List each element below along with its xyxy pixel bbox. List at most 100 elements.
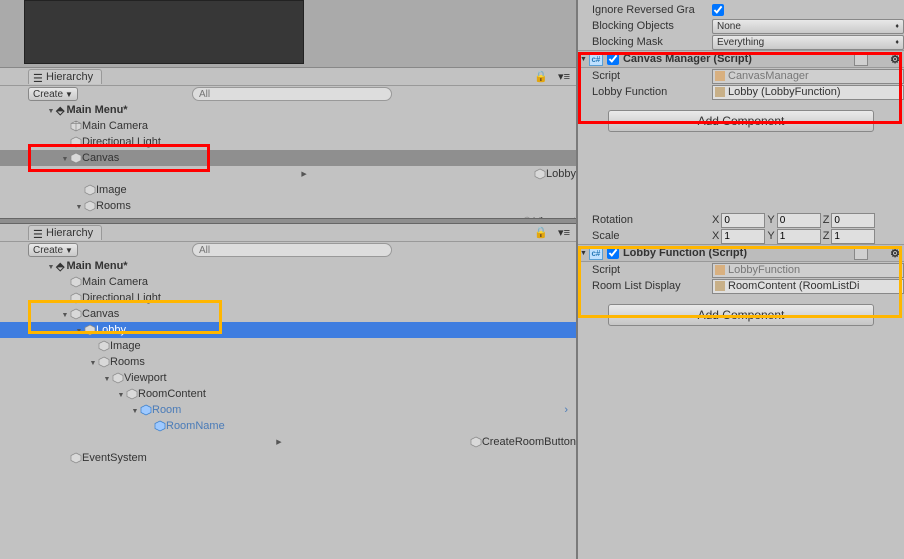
gameobject-icon [70,276,82,288]
gear-icon[interactable]: ⚙ [890,53,900,66]
tree-item-directional-light[interactable]: Directional Light [0,134,576,150]
foldout-arrow-icon[interactable] [102,373,112,383]
tree-item-main-camera[interactable]: Main Camera [0,274,576,290]
hierarchy-panel-header[interactable]: ☰ Hierarchy 🔒 ▾≡ [0,68,576,86]
tree-item-rooms[interactable]: Rooms [0,198,576,214]
tree-item-lobby[interactable]: Lobby [0,166,576,182]
rotation-z-input[interactable] [831,213,875,228]
tree-item-image[interactable]: Image [0,338,576,354]
scene-root[interactable]: ⬘ Main Menu* [0,258,576,274]
tree-item-roomcontent[interactable]: RoomContent [0,386,576,402]
prop-script: Script CanvasManager [578,68,904,84]
tree-item-canvas[interactable]: Canvas [0,306,576,322]
y-label: Y [767,230,774,242]
tree-item-rooms[interactable]: Rooms [0,354,576,370]
tree-item-canvas[interactable]: Canvas [0,150,576,166]
tree-item-lobby[interactable]: Lobby [0,322,576,338]
scale-z-input[interactable] [831,229,875,244]
add-component-button[interactable]: Add Component [608,110,874,132]
prop-rotation: Rotation X Y Z [578,212,904,228]
tree-item-room[interactable]: Room› [0,402,576,418]
prop-blocking-objects: Blocking Objects None♦ [578,18,904,34]
hierarchy-tab[interactable]: ☰ Hierarchy [28,225,102,240]
search-input[interactable] [192,243,392,257]
canvas-manager-component-header[interactable]: ▼ c# Canvas Manager (Script) ⚙ [578,50,904,68]
gameobject-icon [84,324,96,336]
foldout-arrow-icon[interactable]: ▼ [580,250,587,257]
scene-root[interactable]: ⬘ Main Menu* [0,102,576,118]
gameobject-icon [70,136,82,148]
rotation-z: Z [823,213,876,228]
component-title: Canvas Manager (Script) [623,53,752,65]
lock-icon[interactable]: 🔒 [534,70,548,83]
tree-item-viewport[interactable]: Viewport [0,214,576,218]
prop-label: Scale [592,230,712,242]
create-button[interactable]: Create ▼ [28,243,78,257]
foldout-arrow-icon[interactable]: ▼ [580,56,587,63]
preset-icon[interactable] [870,52,884,66]
lock-icon[interactable]: 🔒 [534,226,548,239]
prop-label: Ignore Reversed Gra [592,4,712,16]
search-input[interactable] [192,87,392,101]
tree-item-createroombutton[interactable]: CreateRoomButton [0,434,576,450]
foldout-arrow-icon[interactable] [74,201,84,211]
foldout-arrow-icon[interactable] [46,105,56,115]
gameobject-icon [70,308,82,320]
hierarchy-panel-header-2[interactable]: ☰ Hierarchy 🔒 ▾≡ [0,224,576,242]
foldout-arrow-icon[interactable] [60,309,70,319]
lobby-function-component-header[interactable]: ▼ c# Lobby Function (Script) ⚙ [578,244,904,262]
component-enabled-checkbox[interactable] [607,247,619,259]
tree-item-label: Viewport [533,216,576,218]
lobby-function-value: Lobby (LobbyFunction) [728,86,841,98]
prop-label: Script [592,264,712,276]
prefab-open-icon[interactable]: › [564,404,568,416]
tree-item-label: Image [96,184,127,196]
create-button[interactable]: Create ▼ [28,87,78,101]
script-ref-icon [715,71,725,81]
add-component-button[interactable]: Add Component [608,304,874,326]
scale-y-input[interactable] [777,229,821,244]
tree-item-viewport[interactable]: Viewport [0,370,576,386]
lobby-function-field[interactable]: Lobby (LobbyFunction) [712,85,904,100]
rotation-y-input[interactable] [777,213,821,228]
help-icon[interactable] [854,246,868,260]
tree-item-label: Canvas [82,152,119,164]
hierarchy-icon: ☰ [33,228,43,238]
tree-item-label: Canvas [82,308,119,320]
ignore-reversed-checkbox[interactable] [712,4,724,16]
gameobject-icon [70,452,82,464]
gameobject-icon [98,340,110,352]
panel-menu-icon[interactable]: ▾≡ [558,226,570,239]
rotation-x-input[interactable] [721,213,765,228]
foldout-arrow-icon[interactable] [74,325,84,335]
foldout-arrow-icon[interactable] [46,261,56,271]
foldout-arrow-icon[interactable] [60,153,70,163]
inspector-bottom: Rotation X Y Z Scale X Y Z ▼ c# Lo [578,212,904,336]
tree-item-label: Main Camera [82,276,148,288]
tree-item-directional-light[interactable]: Directional Light [0,290,576,306]
room-list-display-field[interactable]: RoomContent (RoomListDi [712,279,904,294]
scale-x-input[interactable] [721,229,765,244]
preset-icon[interactable] [870,246,884,260]
tree-item-eventsystem[interactable]: EventSystem [0,450,576,466]
hierarchy-tab-label: Hierarchy [46,71,93,83]
foldout-arrow-icon[interactable] [88,357,98,367]
tree-item-main-camera[interactable]: Main Camera [0,118,576,134]
gear-icon[interactable]: ⚙ [890,247,900,260]
hierarchy-tab[interactable]: ☰ Hierarchy [28,69,102,84]
prop-label: Blocking Objects [592,20,712,32]
object-ref-icon [715,281,725,291]
prop-scale: Scale X Y Z [578,228,904,244]
help-icon[interactable] [854,52,868,66]
panel-menu-icon[interactable]: ▾≡ [558,70,570,83]
foldout-arrow-icon[interactable] [74,170,534,178]
tree-item-roomname[interactable]: RoomName [0,418,576,434]
blocking-mask-dropdown[interactable]: Everything♦ [712,35,904,50]
component-enabled-checkbox[interactable] [607,53,619,65]
tree-item-image[interactable]: Image [0,182,576,198]
foldout-arrow-icon[interactable] [130,405,140,415]
foldout-arrow-icon[interactable] [88,438,470,446]
foldout-arrow-icon[interactable] [116,389,126,399]
blocking-objects-dropdown[interactable]: None♦ [712,19,904,34]
prop-ignore-reversed: Ignore Reversed Gra [578,2,904,18]
